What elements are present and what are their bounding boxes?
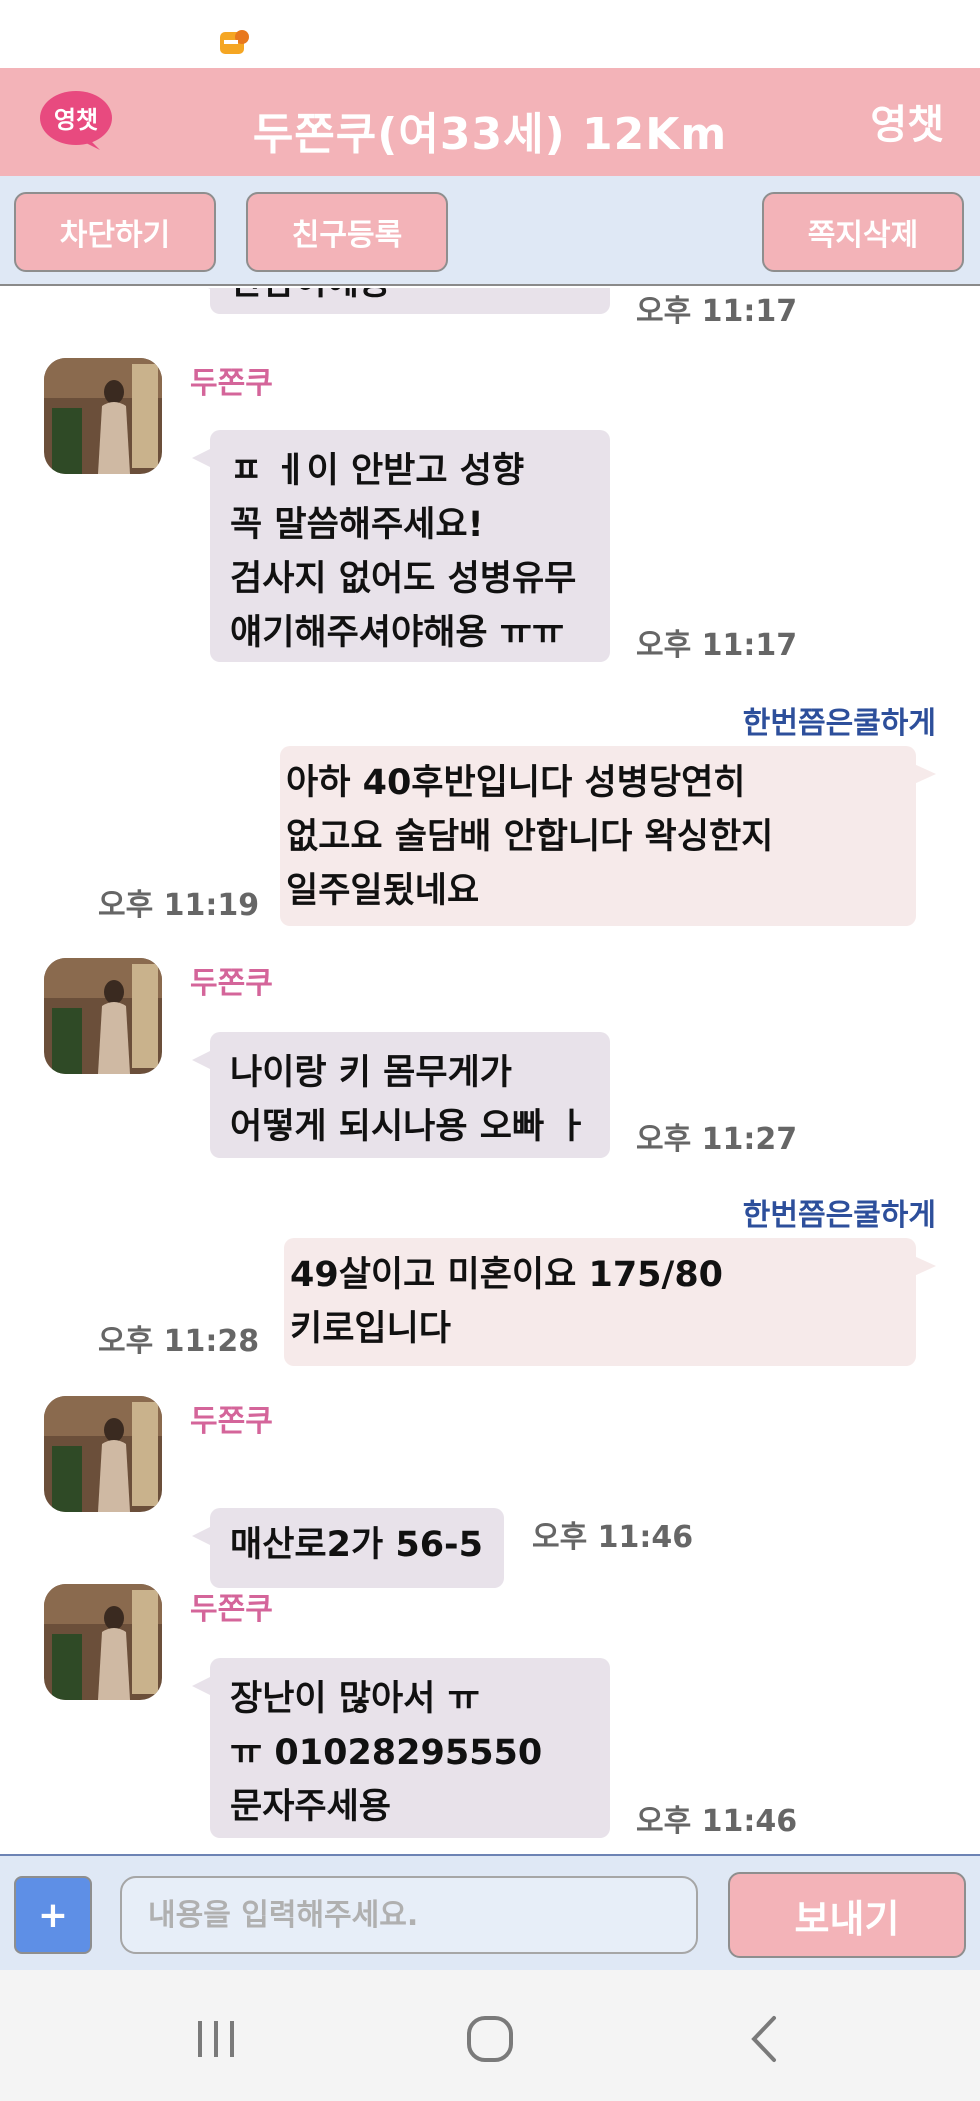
incoming-message-bubble: 만남이예용 xyxy=(192,288,610,314)
block-button[interactable]: 차단하기 xyxy=(14,192,216,272)
message-line: 꼭 말씀해주세요! xyxy=(230,505,484,545)
message-time: 오후 11:17 xyxy=(636,294,798,329)
chat-title: 두쫀쿠(여33세) 12Km xyxy=(252,109,728,160)
add-friend-button[interactable]: 친구등록 xyxy=(246,192,448,272)
message-line: 얘기해주셔야해용 ㅠㅠ xyxy=(230,613,565,653)
message-line: ㅍ ㅔ이 안받고 성향 xyxy=(230,451,525,491)
system-nav-bar xyxy=(0,1970,980,2101)
home-icon[interactable] xyxy=(450,2004,530,2074)
message-line: 검사지 없어도 성병유무 xyxy=(230,559,577,599)
app-name-label: 영챗 xyxy=(870,102,944,148)
chat-screen: 영챗 두쫀쿠(여33세) 12Km 영챗 차단하기 친구등록 쪽지삭제 만남이예… xyxy=(0,0,980,2101)
avatar[interactable] xyxy=(44,358,162,474)
message-time: 오후 11:19 xyxy=(98,888,260,923)
message-time: 오후 11:27 xyxy=(636,1122,798,1157)
send-button[interactable]: 보내기 xyxy=(728,1872,966,1958)
sender-name: 두쫀쿠 xyxy=(190,366,273,401)
delete-messages-button[interactable]: 쪽지삭제 xyxy=(762,192,964,272)
message-line: 아하 40후반입니다 성병당연히 xyxy=(286,763,746,803)
action-toolbar: 차단하기 친구등록 쪽지삭제 xyxy=(0,176,980,286)
message-line: ㅠ 01028295550 xyxy=(230,1733,543,1773)
incoming-message-bubble: ㅍ ㅔ이 안받고 성향 꼭 말씀해주세요! 검사지 없어도 성병유무 얘기해주셔… xyxy=(192,430,610,662)
message-time: 오후 11:28 xyxy=(98,1324,260,1359)
message-time: 오후 11:46 xyxy=(636,1804,798,1839)
sender-name: 두쫀쿠 xyxy=(190,1404,273,1439)
chat-header: 영챗 두쫀쿠(여33세) 12Km 영챗 xyxy=(0,68,980,176)
sender-name: 두쫀쿠 xyxy=(190,966,273,1001)
status-bar xyxy=(0,0,980,68)
message-line: 어떻게 되시나용 오빠 ㅏ xyxy=(230,1107,589,1147)
message-line: 일주일됬네요 xyxy=(286,871,480,911)
message-input-bar: + 보내기 xyxy=(0,1854,980,1970)
message-line: 매산로2가 56-5 xyxy=(230,1525,483,1565)
back-icon[interactable] xyxy=(724,2004,804,2074)
sender-name: 두쫀쿠 xyxy=(190,1592,273,1627)
message-line: 나이랑 키 몸무게가 xyxy=(230,1053,512,1093)
attach-plus-button[interactable]: + xyxy=(14,1876,92,1954)
message-line: 문자주세용 xyxy=(230,1787,392,1827)
my-nickname: 한번쯤은쿨하게 xyxy=(742,1198,936,1233)
message-line: 49살이고 미혼이요 175/80 xyxy=(290,1255,724,1295)
message-line: 키로입니다 xyxy=(290,1309,452,1349)
outgoing-message-bubble: 49살이고 미혼이요 175/80 키로입니다 xyxy=(284,1238,936,1366)
avatar[interactable] xyxy=(44,1396,162,1512)
message-input[interactable] xyxy=(120,1876,698,1954)
message-line: 만남이예용 xyxy=(230,288,590,310)
message-line: 없고요 술담배 안합니다 왁싱한지 xyxy=(286,817,774,857)
incoming-message-bubble: 장난이 많아서 ㅠ ㅠ 01028295550 문자주세용 xyxy=(192,1658,610,1838)
message-time: 오후 11:17 xyxy=(636,628,798,663)
message-list[interactable]: 만남이예용 오후 11:17 두쫀쿠 ㅍ ㅔ이 안받고 성향 꼭 말씀해주세요!… xyxy=(0,288,980,1854)
message-time: 오후 11:46 xyxy=(532,1520,694,1555)
avatar[interactable] xyxy=(44,1584,162,1700)
avatar[interactable] xyxy=(44,958,162,1074)
outgoing-message-bubble: 아하 40후반입니다 성병당연히 없고요 술담배 안합니다 왁싱한지 일주일됬네… xyxy=(280,746,936,926)
my-nickname: 한번쯤은쿨하게 xyxy=(742,706,936,741)
message-line: 장난이 많아서 ㅠ xyxy=(230,1679,480,1719)
notification-app-icon xyxy=(218,28,252,58)
recent-apps-icon[interactable] xyxy=(176,2004,256,2074)
incoming-message-bubble: 매산로2가 56-5 xyxy=(192,1508,504,1588)
incoming-message-bubble: 나이랑 키 몸무게가 어떻게 되시나용 오빠 ㅏ xyxy=(192,1032,610,1158)
